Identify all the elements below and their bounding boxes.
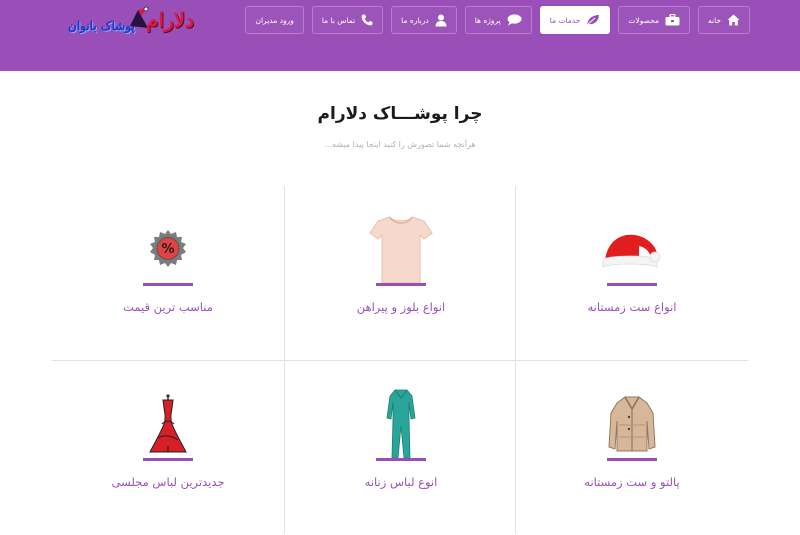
jumpsuit-icon [386,389,416,459]
discount-badge-icon: % [150,230,186,267]
user-icon [435,14,447,26]
nav-item-label: درباره ما [401,15,429,25]
logo-brand: دلارام [146,8,194,32]
svg-text:%: % [161,242,174,257]
nav-item-label: ورود مدیران [255,15,294,25]
accent-bar [607,458,657,461]
feature-coats[interactable]: پالتو و ست زمستانه [516,361,748,535]
main-nav: خانه محصولات خدمات ما پروژه ها درباره ما… [245,6,750,34]
phone-icon [361,14,373,26]
accent-bar [143,283,193,286]
section-subtitle: هرآنچه شما تصورش را کنید اینجا پیدا میشه… [324,140,476,149]
feature-best-price[interactable]: % مناسب ترین قیمت [52,186,284,360]
nav-item-services[interactable]: خدمات ما [539,6,611,34]
section-title: چرا پوشـــاک دلارام [317,104,483,124]
header-bar: پوشاک بانوان دلارام خانه محصولات خدمات م… [0,0,800,71]
feature-label[interactable]: پالتو و ست زمستانه [516,475,748,489]
accent-bar [376,458,426,461]
feature-evening-dresses[interactable]: جدیدترین لباس مجلسی [52,361,284,535]
nav-item-home[interactable]: خانه [697,6,750,34]
home-icon [727,14,740,26]
accent-bar [143,458,193,461]
feature-label[interactable]: انوع لباس زنانه [285,475,517,489]
nav-item-label: خدمات ما [549,15,581,25]
feature-womens-clothing[interactable]: انوع لباس زنانه [285,361,517,535]
feature-winter-set[interactable]: انواع ست زمستانه [516,186,748,360]
nav-item-about[interactable]: درباره ما [391,6,457,34]
logo-subtitle: پوشاک بانوان [68,19,135,33]
leaf-icon [587,15,600,26]
nav-item-admin-login[interactable]: ورود مدیران [245,6,304,34]
briefcase-icon [665,14,680,26]
evening-dress-icon [149,394,187,453]
site-logo[interactable]: پوشاک بانوان دلارام [58,4,198,44]
chat-bubble-icon [507,14,522,26]
feature-label[interactable]: انواع ست زمستانه [516,300,748,314]
nav-item-products[interactable]: محصولات [618,6,690,34]
nav-item-label: تماس با ما [321,15,356,25]
tshirt-icon [369,216,433,284]
nav-item-label: خانه [707,15,721,25]
feature-label[interactable]: جدیدترین لباس مجلسی [52,475,284,489]
nav-item-projects[interactable]: پروژه ها [464,6,532,34]
coat-icon [608,396,656,452]
feature-label[interactable]: مناسب ترین قیمت [52,300,284,314]
nav-item-contact[interactable]: تماس با ما [311,6,384,34]
nav-item-label: محصولات [628,15,659,25]
accent-bar [607,283,657,286]
feature-blouses[interactable]: انواع بلوز و پیراهن [285,186,517,360]
nav-item-label: پروژه ها [474,15,501,25]
accent-bar [376,283,426,286]
santa-hat-icon [602,234,661,268]
feature-label[interactable]: انواع بلوز و پیراهن [285,300,517,314]
features-grid: انواع ست زمستانه انواع بلوز و پیراهن % م… [52,186,748,534]
